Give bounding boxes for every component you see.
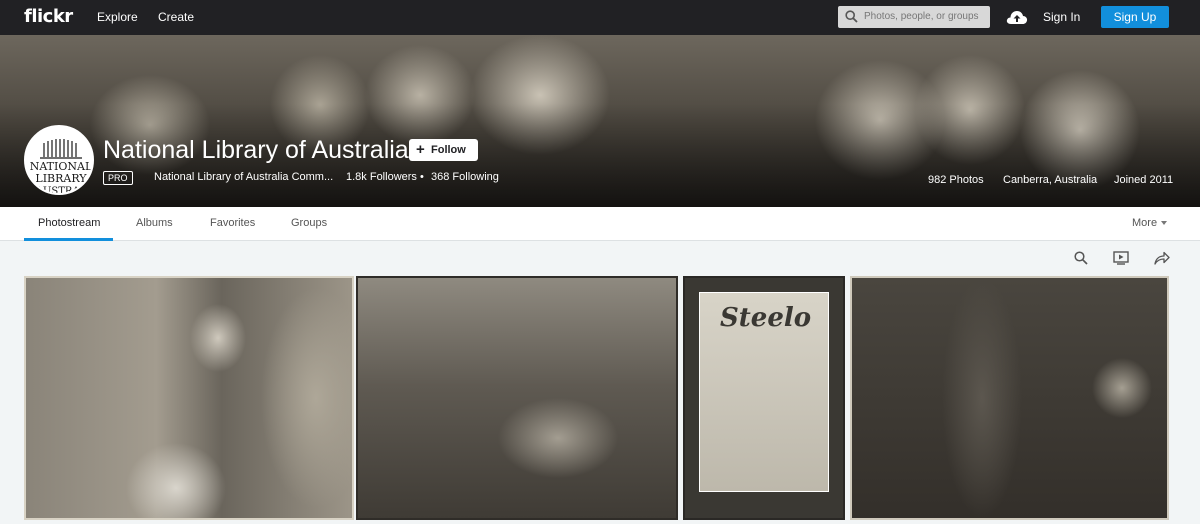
pro-badge: PRO (103, 171, 133, 185)
tab-groups[interactable]: Groups (291, 217, 327, 229)
photo-steelo-poster[interactable]: Steelo (683, 276, 845, 520)
photo-man-by-stove[interactable] (850, 276, 1169, 520)
followers-link[interactable]: 1.8k Followers (346, 171, 417, 183)
share-icon[interactable] (1154, 251, 1170, 265)
profile-name: National Library of Australia (103, 136, 409, 164)
follow-button[interactable]: + Follow (409, 139, 478, 161)
photo-cooking-class[interactable] (356, 276, 678, 520)
nav-create-link[interactable]: Create (158, 10, 194, 24)
caret-down-icon (1161, 221, 1168, 226)
svg-text:LIBRARY: LIBRARY (35, 172, 87, 185)
sign-in-link[interactable]: Sign In (1043, 10, 1080, 24)
tab-photostream[interactable]: Photostream (38, 217, 100, 229)
joined-date: Joined 2011 (1114, 174, 1174, 186)
active-tab-indicator (24, 238, 113, 241)
poster-image: Steelo (699, 292, 829, 492)
profile-location: Canberra, Australia (1003, 174, 1098, 186)
search-input[interactable]: Photos, people, or groups (838, 6, 990, 28)
nav-explore-link[interactable]: Explore (97, 10, 138, 24)
library-logo-icon: NATIONAL LIBRARY AUSTRAL (26, 127, 92, 193)
flickr-logo[interactable]: flickr (24, 6, 73, 27)
tab-albums[interactable]: Albums (136, 217, 173, 229)
search-placeholder: Photos, people, or groups (864, 11, 979, 22)
profile-tab-bar: Photostream Albums Favorites Groups More (0, 207, 1200, 241)
following-link[interactable]: 368 Following (431, 171, 499, 183)
search-icon[interactable] (1074, 251, 1088, 265)
slideshow-icon[interactable] (1113, 251, 1129, 265)
stat-separator: • (420, 171, 424, 183)
poster-title: Steelo (720, 303, 812, 333)
sign-up-button[interactable]: Sign Up (1101, 6, 1169, 28)
profile-subtitle[interactable]: National Library of Australia Comm... (154, 171, 333, 183)
cloud-upload-icon[interactable] (1006, 9, 1028, 25)
top-nav-bar: flickr Explore Create Photos, people, or… (0, 0, 1200, 35)
more-label: More (1132, 217, 1158, 229)
plus-icon: + (416, 141, 425, 158)
search-icon (845, 10, 858, 23)
photos-count: 982 Photos (928, 174, 984, 186)
follow-label: Follow (431, 144, 466, 156)
avatar[interactable]: NATIONAL LIBRARY AUSTRAL (24, 125, 94, 195)
tab-favorites[interactable]: Favorites (210, 217, 255, 229)
more-menu[interactable]: More (1132, 217, 1168, 229)
photo-woman-sewing[interactable] (24, 276, 354, 520)
